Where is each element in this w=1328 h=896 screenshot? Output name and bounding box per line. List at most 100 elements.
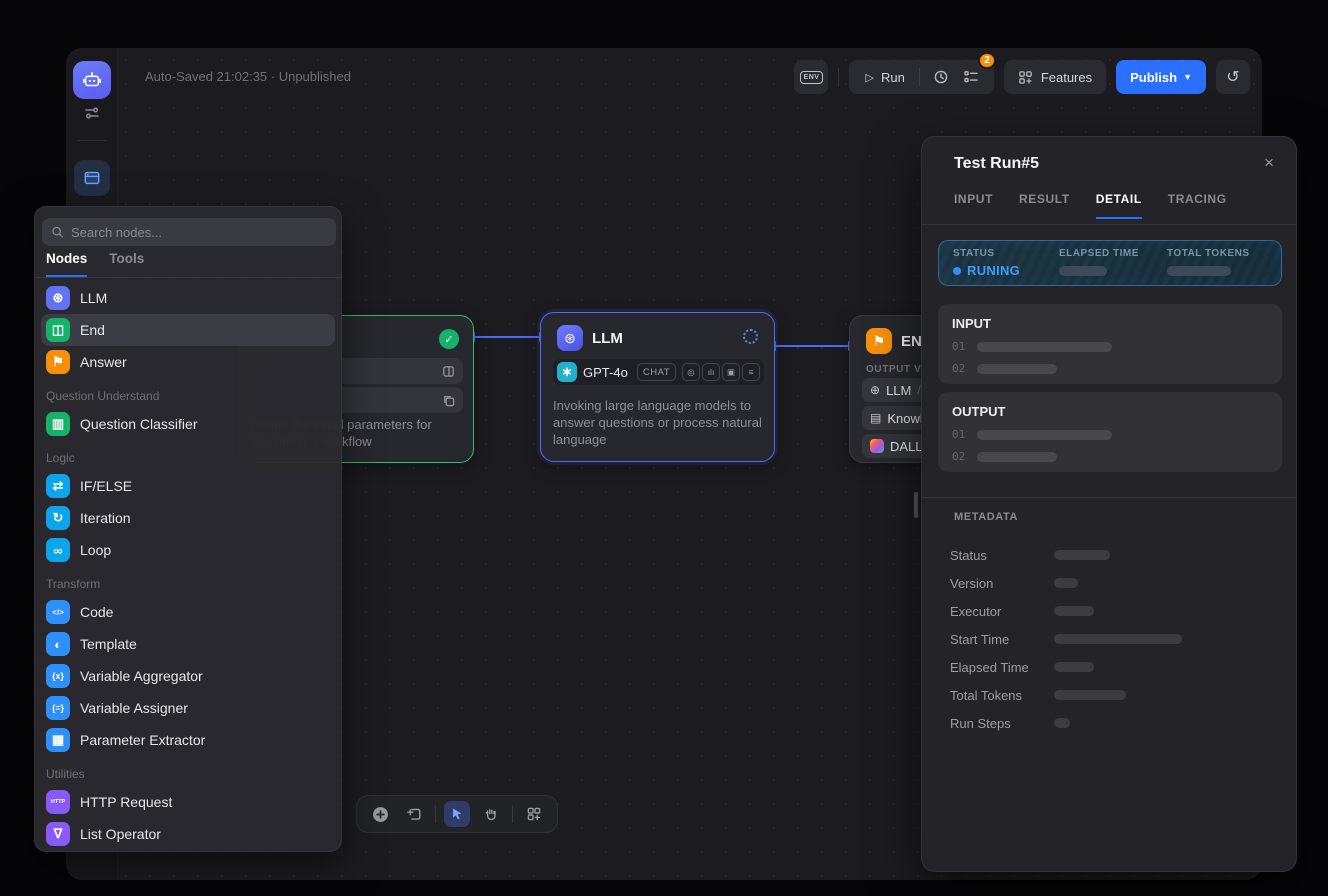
toolbar-divider xyxy=(512,805,513,823)
parameter-extractor-icon: ▦ xyxy=(46,728,70,752)
node-list-item[interactable]: ◐ Template xyxy=(41,628,335,660)
variable-assigner-icon: {=} xyxy=(46,696,70,720)
node-search-box[interactable] xyxy=(42,218,336,246)
organize-layout-button[interactable] xyxy=(521,801,547,827)
metadata-divider xyxy=(922,497,1296,498)
node-list-item[interactable]: ⊛ LLM xyxy=(41,282,335,314)
node-list-item[interactable]: ↻ Iteration xyxy=(41,502,335,534)
output-skeleton-row: 01 xyxy=(952,428,1268,441)
search-icon xyxy=(51,225,64,239)
node-list-item[interactable]: ▥ Question Classifier xyxy=(41,408,335,440)
node-list-item[interactable]: {=} Variable Assigner xyxy=(41,692,335,724)
output-skeleton-row: 02 xyxy=(952,450,1268,463)
run-label: Run xyxy=(881,70,905,85)
hand-icon xyxy=(483,806,499,822)
template-icon: ◐ xyxy=(46,632,70,656)
node-list-item[interactable]: ⚑ Answer xyxy=(41,346,335,378)
metadata-row: Status xyxy=(922,541,1296,569)
list-operator-icon: ∇ xyxy=(46,822,70,846)
hand-tool-button[interactable] xyxy=(478,801,504,827)
node-list-item[interactable]: ◫ End xyxy=(41,314,335,346)
env-button[interactable]: ENV xyxy=(794,60,828,94)
node-list-item[interactable]: ▦ Parameter Extractor xyxy=(41,724,335,756)
model-selector[interactable]: ∗ GPT-4o CHAT ◎ ılı ▣ ≡ xyxy=(553,359,764,385)
edge-llm-to-end xyxy=(775,345,849,347)
version-history-button[interactable]: ↺ xyxy=(1216,60,1250,94)
node-picker-panel: Nodes Tools ⊛ LLM ◫ End ⚑ xyxy=(34,206,342,852)
canvas-scroll-handle[interactable] xyxy=(914,492,918,518)
variable-name: LLM xyxy=(886,383,911,398)
answer-icon: ⚑ xyxy=(46,350,70,374)
input-skeleton-row: 02 xyxy=(952,362,1268,375)
node-list-item[interactable]: </> Code xyxy=(41,596,335,628)
test-run-panel: Test Run#5 × INPUT RESULT DETAIL TRACING… xyxy=(921,136,1297,872)
workflow-window-icon[interactable] xyxy=(74,160,110,196)
run-button[interactable]: ▷ Run xyxy=(853,60,916,94)
elapsed-time-skeleton xyxy=(1059,266,1107,276)
openai-icon: ∗ xyxy=(557,362,577,382)
node-list-item[interactable]: ∇ List Operator xyxy=(41,818,335,850)
tab-result[interactable]: RESULT xyxy=(1019,192,1070,219)
metadata-row: Start Time xyxy=(922,625,1296,653)
iteration-icon: ↻ xyxy=(46,506,70,530)
tab-detail[interactable]: DETAIL xyxy=(1096,192,1142,219)
node-list-item[interactable]: ⇄ IF/ELSE xyxy=(41,470,335,502)
notification-badge: 2 xyxy=(978,52,996,69)
cursor-icon xyxy=(449,806,465,822)
output-card: OUTPUT 01 02 xyxy=(938,392,1282,472)
features-button[interactable]: Features xyxy=(1004,60,1106,94)
metadata-row: Elapsed Time xyxy=(922,653,1296,681)
tab-tracing[interactable]: TRACING xyxy=(1168,192,1227,219)
topbar-divider xyxy=(838,68,839,86)
checklist-button[interactable] xyxy=(958,64,984,90)
settings-sliders-icon[interactable] xyxy=(83,104,101,122)
tab-input[interactable]: INPUT xyxy=(954,192,993,219)
total-tokens-skeleton xyxy=(1167,266,1231,276)
pointer-tool-button[interactable] xyxy=(444,801,470,827)
tab-tools[interactable]: Tools xyxy=(109,251,144,277)
variable-aggregator-icon: {x} xyxy=(46,664,70,688)
add-note-button[interactable] xyxy=(401,801,427,827)
node-group-header: Question Understand xyxy=(41,386,335,406)
llm-node-icon: ⊛ xyxy=(557,325,583,351)
llm-node[interactable]: ⊛ LLM ∗ GPT-4o CHAT ◎ ılı ▣ ≡ xyxy=(540,312,775,462)
node-group-header: Transform xyxy=(41,574,335,594)
question-classifier-icon: ▥ xyxy=(46,412,70,436)
run-group-divider xyxy=(919,68,920,86)
canvas-toolbar xyxy=(356,795,558,833)
http-request-icon: HTTP xyxy=(46,790,70,814)
env-icon: ENV xyxy=(800,71,823,84)
rail-divider xyxy=(78,140,106,141)
llm-node-title: LLM xyxy=(592,330,623,347)
input-skeleton-row: 01 xyxy=(952,340,1268,353)
end-node-icon: ⚑ xyxy=(866,328,892,354)
app-robot-icon[interactable] xyxy=(73,61,111,99)
tabs-divider xyxy=(35,277,341,278)
tab-nodes[interactable]: Nodes xyxy=(46,251,87,277)
audio-icon: ılı xyxy=(702,363,720,381)
run-status-card: STATUS RUNING ELAPSED TIME TOTAL TOKENS xyxy=(938,240,1282,286)
elapsed-time-label: ELAPSED TIME xyxy=(1059,248,1167,259)
loop-icon: ∞ xyxy=(46,538,70,562)
vision-icon: ◎ xyxy=(682,363,700,381)
edge-start-to-llm xyxy=(474,336,540,338)
add-node-button[interactable] xyxy=(367,801,393,827)
node-list-item[interactable]: ∞ Loop xyxy=(41,534,335,566)
close-icon[interactable]: × xyxy=(1264,153,1274,173)
toolbar-divider xyxy=(435,805,436,823)
chat-mode-badge: CHAT xyxy=(637,363,676,381)
workflow-editor: Auto-Saved 21:02:35 · Unpublished ENV ▷ … xyxy=(0,0,1328,896)
image-icon: ▣ xyxy=(722,363,740,381)
chevron-down-icon: ▼ xyxy=(1183,72,1192,82)
publish-button[interactable]: Publish ▼ xyxy=(1116,60,1206,94)
copy-icon xyxy=(442,394,455,407)
node-list-item[interactable]: {x} Variable Aggregator xyxy=(41,660,335,692)
metadata-rows: Status Version Executor Start Time xyxy=(922,541,1296,737)
node-list-item[interactable]: HTTP HTTP Request xyxy=(41,786,335,818)
node-search-input[interactable] xyxy=(71,225,327,240)
tabs-divider xyxy=(922,224,1296,225)
history-icon: ↺ xyxy=(1226,67,1239,87)
run-time-button[interactable] xyxy=(928,64,954,90)
features-icon xyxy=(1018,70,1033,85)
output-title: OUTPUT xyxy=(952,404,1268,419)
